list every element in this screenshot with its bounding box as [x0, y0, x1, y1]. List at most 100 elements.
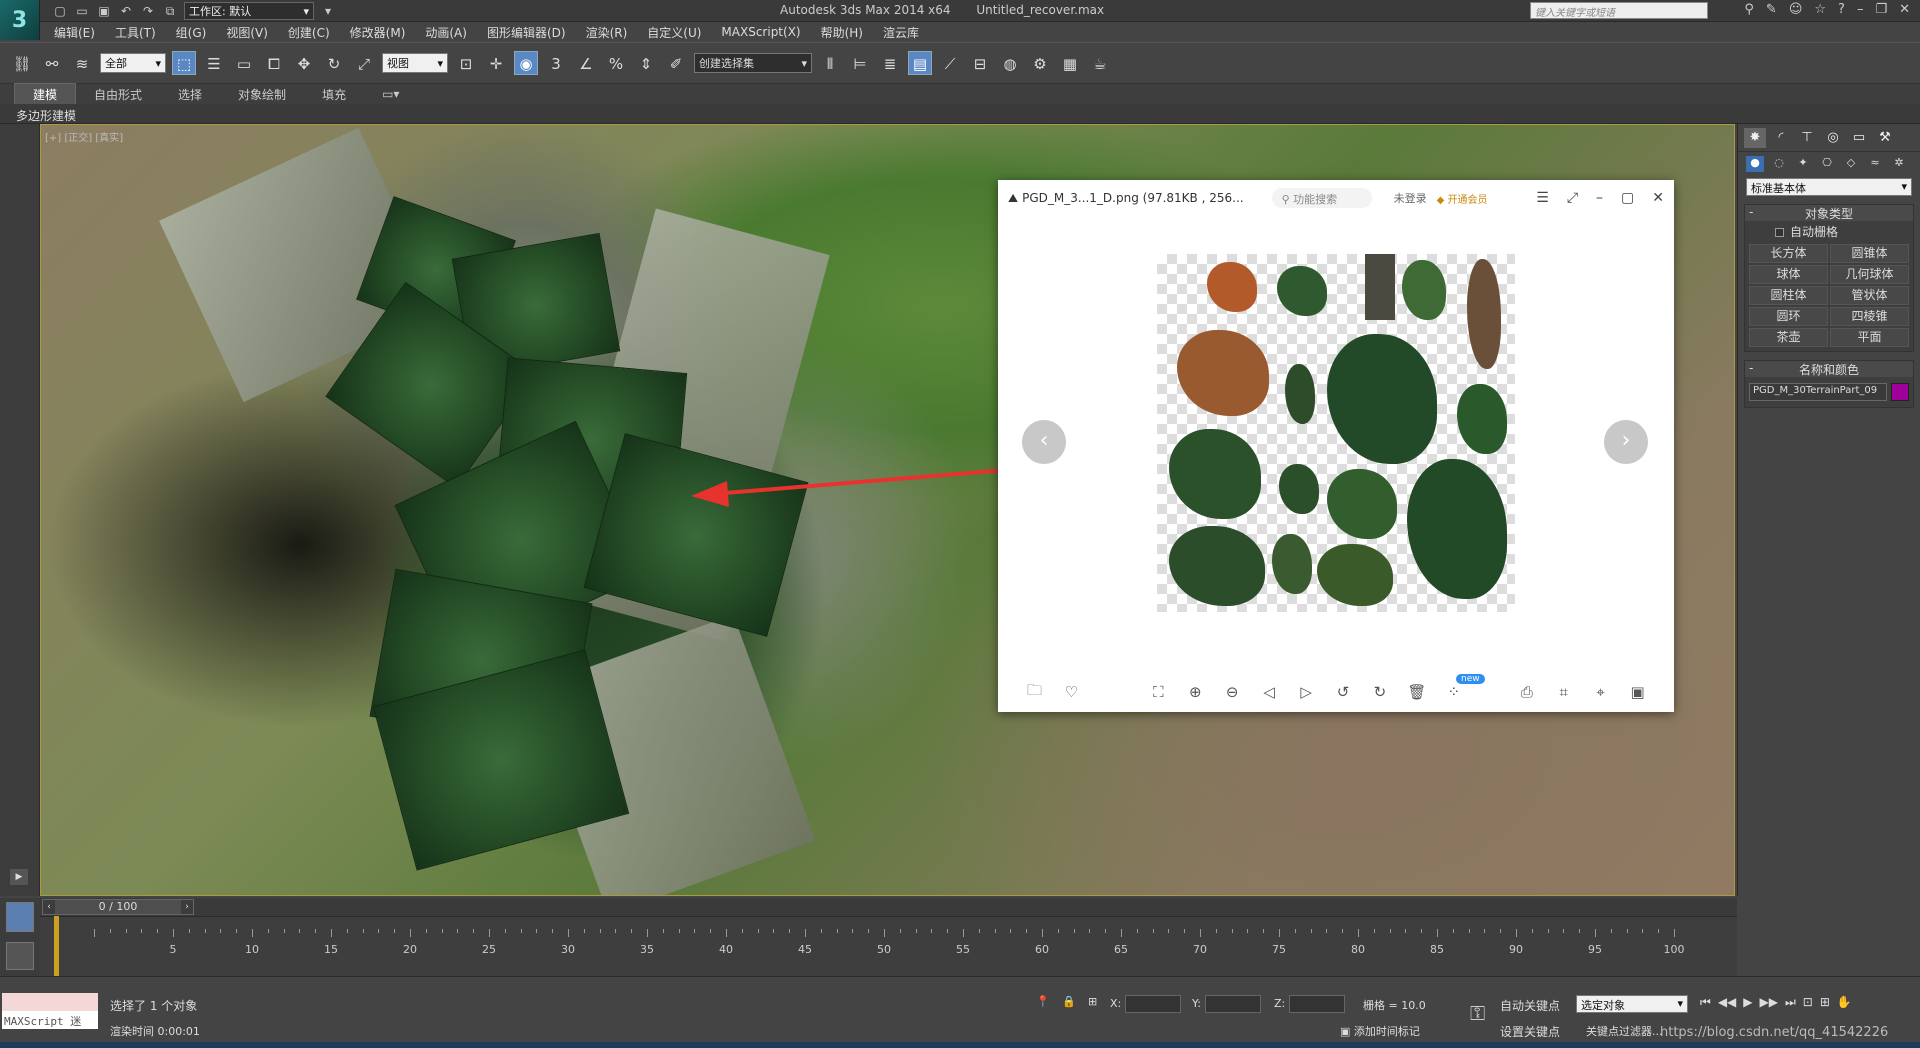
- window-crossing-icon[interactable]: ⧠: [262, 51, 286, 75]
- more-apps-icon[interactable]: ⁘: [1435, 683, 1472, 701]
- key-icon[interactable]: ⚿: [1470, 1001, 1485, 1025]
- scene-explorer-icon[interactable]: ▤: [908, 51, 932, 75]
- login-link[interactable]: 未登录: [1394, 190, 1427, 206]
- time-slider-thumb[interactable]: ‹ 0 / 100 ›: [42, 899, 194, 915]
- menu-edit[interactable]: 编辑(E): [54, 24, 95, 41]
- bind-spacewarp-icon[interactable]: ≋: [70, 51, 94, 75]
- systems-icon[interactable]: ✲: [1890, 156, 1908, 172]
- schematic-view-icon[interactable]: ⊟: [968, 51, 992, 75]
- tab-object-paint[interactable]: 对象绘制: [220, 84, 304, 105]
- object-name-field[interactable]: PGD_M_30TerrainPart_09: [1749, 383, 1887, 401]
- workspace-select[interactable]: 工作区: 默认 ▾: [184, 2, 314, 20]
- mirror-icon[interactable]: ⫴: [818, 51, 842, 75]
- help-icon[interactable]: ?: [1838, 2, 1845, 17]
- lock-icon-marker[interactable]: 📍: [1036, 995, 1050, 1008]
- maximize-icon[interactable]: ▢: [1621, 190, 1634, 206]
- qa-expand-icon[interactable]: ▾: [320, 3, 336, 19]
- set-key-button[interactable]: 设置关键点: [1500, 1023, 1560, 1040]
- save-as-icon[interactable]: ▣: [1619, 683, 1656, 701]
- name-color-header[interactable]: - 名称和颜色: [1745, 361, 1913, 377]
- go-to-start-icon[interactable]: ⏮: [1700, 995, 1711, 1010]
- render-frame-icon[interactable]: ▦: [1058, 51, 1082, 75]
- select-by-name-icon[interactable]: ☰: [202, 51, 226, 75]
- create-tab-icon[interactable]: ✸: [1744, 128, 1766, 148]
- prev-image-button[interactable]: ‹: [1022, 420, 1066, 464]
- heart-icon[interactable]: ♡: [1053, 683, 1090, 701]
- menu-animation[interactable]: 动画(A): [425, 24, 467, 41]
- expand-arrow-icon[interactable]: ▶: [10, 869, 28, 885]
- prev-icon[interactable]: ◁: [1251, 683, 1288, 701]
- menu-customize[interactable]: 自定义(U): [647, 24, 701, 41]
- menu-render-cloud[interactable]: 渲云库: [883, 24, 919, 41]
- select-manipulate-icon[interactable]: ✛: [484, 51, 508, 75]
- autogrid-checkbox[interactable]: 自动栅格: [1745, 221, 1913, 242]
- tab-populate[interactable]: 填充: [304, 84, 364, 105]
- save-icon[interactable]: ▣: [96, 3, 112, 19]
- align-icon[interactable]: ⊨: [848, 51, 872, 75]
- key-mode-select[interactable]: 选定对象 ▾: [1576, 995, 1688, 1013]
- snap-toggle-icon[interactable]: 3: [544, 51, 568, 75]
- ribbon-options-icon[interactable]: ▭▾: [364, 85, 417, 103]
- zoom-in-icon[interactable]: ⊕: [1177, 683, 1214, 701]
- keyboard-shortcut-icon[interactable]: ◉: [514, 51, 538, 75]
- link-icon[interactable]: ⛓: [10, 51, 34, 75]
- geosphere-button[interactable]: 几何球体: [1830, 265, 1909, 284]
- time-slider[interactable]: ‹ 0 / 100 ›: [40, 898, 1737, 916]
- cameras-icon[interactable]: ⎔: [1818, 156, 1836, 172]
- add-time-tag[interactable]: ▣ 添加时间标记: [1340, 1023, 1420, 1039]
- current-frame-marker[interactable]: [54, 916, 59, 976]
- absolute-mode-icon[interactable]: ⊞: [1088, 995, 1097, 1008]
- vip-link[interactable]: ◆ 开通会员: [1437, 191, 1488, 206]
- prev-frame-icon[interactable]: ‹: [43, 900, 55, 914]
- spinner-snap-icon[interactable]: ⇕: [634, 51, 658, 75]
- next-image-button[interactable]: ›: [1604, 420, 1648, 464]
- angle-snap-icon[interactable]: ∠: [574, 51, 598, 75]
- menu-view[interactable]: 视图(V): [226, 24, 268, 41]
- edit-named-sel-icon[interactable]: ✐: [664, 51, 688, 75]
- zoom-region-icon[interactable]: ⊞: [1820, 995, 1830, 1010]
- menu-maxscript[interactable]: MAXScript(X): [721, 25, 800, 39]
- star-icon[interactable]: ☆: [1814, 2, 1826, 17]
- feature-search-input[interactable]: ⚲ 功能搜索: [1271, 188, 1372, 208]
- close-icon[interactable]: ✕: [1652, 190, 1664, 206]
- menu-icon[interactable]: ☰: [1536, 190, 1549, 206]
- layout-quad-icon[interactable]: [6, 942, 34, 970]
- pyramid-button[interactable]: 四棱锥: [1830, 307, 1909, 326]
- minimize-icon[interactable]: –: [1596, 190, 1603, 206]
- menu-rendering[interactable]: 渲染(R): [586, 24, 628, 41]
- rotate-left-icon[interactable]: ↺: [1325, 683, 1362, 701]
- y-field[interactable]: [1204, 995, 1261, 1013]
- app-logo-icon[interactable]: 3: [0, 0, 40, 40]
- go-to-end-icon[interactable]: ⏭: [1785, 995, 1796, 1010]
- folder-icon[interactable]: 🗀: [1016, 680, 1053, 705]
- key-filters-button[interactable]: 关键点过滤器...: [1586, 1023, 1663, 1039]
- teapot-button[interactable]: 茶壶: [1749, 328, 1828, 347]
- track-bar[interactable]: 5 10 15 20 25 30 35 40 45 50 55 60 65 70 75 80 85 90 95 100: [40, 916, 1737, 976]
- menu-modifiers[interactable]: 修改器(M): [350, 24, 406, 41]
- tab-modeling[interactable]: 建模: [14, 83, 77, 105]
- object-color-swatch[interactable]: [1891, 383, 1909, 401]
- tab-freeform[interactable]: 自由形式: [76, 84, 160, 105]
- torus-button[interactable]: 圆环: [1749, 307, 1828, 326]
- cylinder-button[interactable]: 圆柱体: [1749, 286, 1828, 305]
- next-key-icon[interactable]: ▶▶: [1760, 995, 1778, 1010]
- zoom-out-icon[interactable]: ⊖: [1214, 683, 1251, 701]
- object-type-header[interactable]: - 对象类型: [1745, 205, 1913, 221]
- curve-editor-icon[interactable]: ⟋: [938, 51, 962, 75]
- print-icon[interactable]: ⎙: [1508, 683, 1545, 701]
- layout-single-icon[interactable]: [6, 902, 34, 932]
- box-button[interactable]: 长方体: [1749, 244, 1828, 263]
- menu-tools[interactable]: 工具(T): [115, 24, 156, 41]
- tab-selection[interactable]: 选择: [160, 84, 220, 105]
- geometry-icon[interactable]: ●: [1746, 156, 1764, 172]
- zoom-extents-icon[interactable]: ⊡: [1803, 995, 1813, 1010]
- unlink-icon[interactable]: ⚯: [40, 51, 64, 75]
- open-file-icon[interactable]: ▭: [74, 3, 90, 19]
- motion-tab-icon[interactable]: ◎: [1822, 128, 1844, 148]
- z-field[interactable]: [1289, 995, 1346, 1013]
- move-icon[interactable]: ✥: [292, 51, 316, 75]
- primitive-type-select[interactable]: 标准基本体 ▾: [1746, 178, 1912, 196]
- menu-graph-editors[interactable]: 图形编辑器(D): [487, 24, 566, 41]
- cone-button[interactable]: 圆锥体: [1830, 244, 1909, 263]
- hold-icon[interactable]: ⧉: [162, 3, 178, 19]
